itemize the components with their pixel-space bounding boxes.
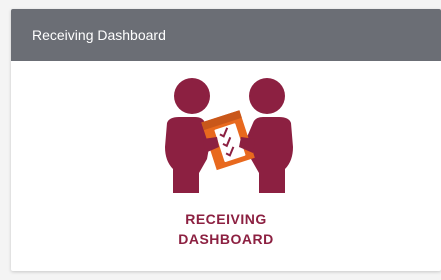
- card-title: Receiving Dashboard: [32, 27, 166, 43]
- tile-label-line-2: DASHBOARD: [178, 231, 274, 247]
- card-header: Receiving Dashboard: [11, 9, 441, 61]
- tile-label-line-1: RECEIVING: [185, 211, 267, 227]
- card-body: RECEIVING DASHBOARD: [11, 61, 441, 271]
- people-handing-box-icon: [165, 78, 293, 193]
- receiving-dashboard-card[interactable]: Receiving Dashboard RECEIVING DASHBOARD: [11, 9, 441, 271]
